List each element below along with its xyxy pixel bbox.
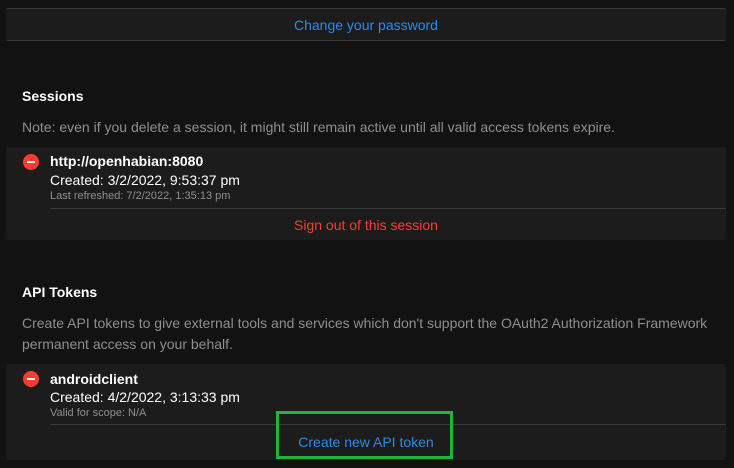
highlight-box bbox=[276, 411, 453, 459]
change-password-card: Change your password bbox=[6, 8, 726, 41]
session-divider bbox=[50, 208, 726, 209]
change-password-link[interactable]: Change your password bbox=[6, 17, 726, 33]
api-tokens-title: API Tokens bbox=[22, 284, 98, 300]
remove-token-icon[interactable] bbox=[23, 371, 39, 387]
session-card: http://openhabian:8080 Created: 3/2/2022… bbox=[6, 147, 726, 240]
profile-page: Change your password Sessions Note: even… bbox=[0, 0, 734, 468]
token-created: Created: 4/2/2022, 3:13:33 pm bbox=[50, 389, 240, 405]
token-scope: Valid for scope: N/A bbox=[50, 407, 147, 419]
token-name: androidclient bbox=[50, 371, 138, 387]
session-created: Created: 3/2/2022, 9:53:37 pm bbox=[50, 172, 240, 188]
remove-session-icon[interactable] bbox=[23, 154, 39, 170]
session-last-refreshed: Last refreshed: 7/2/2022, 1:35:13 pm bbox=[50, 190, 231, 202]
sessions-title: Sessions bbox=[22, 88, 84, 104]
api-tokens-note: Create API tokens to give external tools… bbox=[22, 315, 708, 352]
sessions-note: Note: even if you delete a session, it m… bbox=[22, 119, 615, 135]
sign-out-session-button[interactable]: Sign out of this session bbox=[6, 217, 726, 233]
session-name: http://openhabian:8080 bbox=[50, 153, 204, 169]
